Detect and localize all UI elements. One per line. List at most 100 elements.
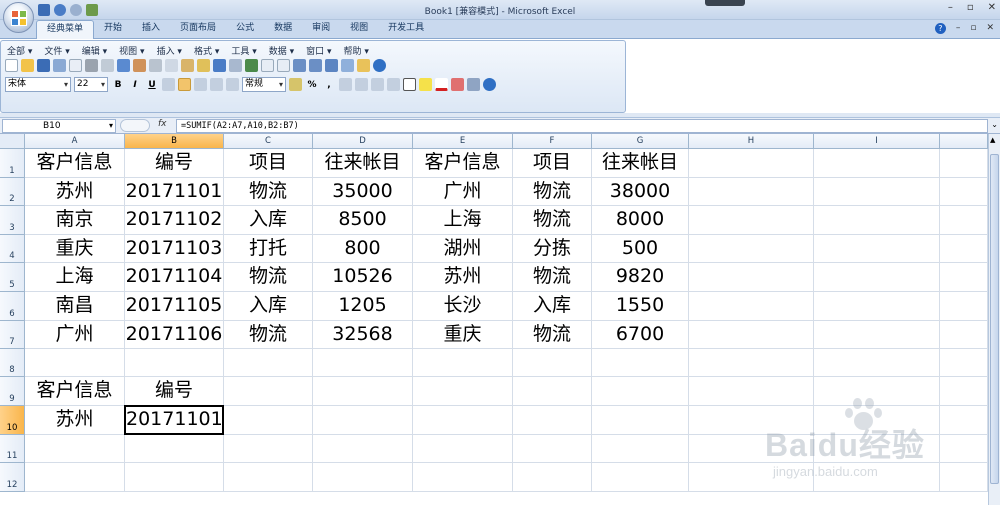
cell-a7[interactable]: 广州 <box>25 321 125 349</box>
cell-d2[interactable]: 35000 <box>313 178 413 206</box>
cell-c11[interactable] <box>224 435 313 463</box>
cell-c5[interactable]: 物流 <box>224 263 313 292</box>
cell-b7[interactable]: 20171106 <box>125 321 224 349</box>
cell-e7[interactable]: 重庆 <box>413 321 513 349</box>
row-header-7[interactable]: 7 <box>0 321 25 349</box>
new-icon[interactable] <box>5 59 18 72</box>
cell-f4[interactable]: 分拣 <box>513 235 592 263</box>
cell-d9[interactable] <box>313 377 413 406</box>
cell-f8[interactable] <box>513 349 592 377</box>
cell-g4[interactable]: 500 <box>592 235 689 263</box>
number-format-select[interactable]: 常规 <box>242 77 286 92</box>
cell-d1[interactable]: 往来帐目 <box>313 149 413 178</box>
cell-b4[interactable]: 20171103 <box>125 235 224 263</box>
cell-g1[interactable]: 往来帐目 <box>592 149 689 178</box>
cell-e10[interactable] <box>413 406 513 435</box>
cell-e3[interactable]: 上海 <box>413 206 513 235</box>
cell-h4[interactable] <box>689 235 814 263</box>
cell-c2[interactable]: 物流 <box>224 178 313 206</box>
cell-g2[interactable]: 38000 <box>592 178 689 206</box>
cell-e5[interactable]: 苏州 <box>413 263 513 292</box>
undo-icon[interactable] <box>213 59 226 72</box>
tab-data[interactable]: 数据 <box>264 20 302 39</box>
column-header-a[interactable]: A <box>25 134 125 149</box>
tab-classic-menu[interactable]: 经典菜单 <box>36 20 95 39</box>
cell-h1[interactable] <box>689 149 814 178</box>
cell-g7[interactable]: 6700 <box>592 321 689 349</box>
office-button[interactable] <box>3 2 34 33</box>
cell-d3[interactable]: 8500 <box>313 206 413 235</box>
cell-f9[interactable] <box>513 377 592 406</box>
cell-d12[interactable] <box>313 463 413 492</box>
merge-center-icon[interactable] <box>210 78 223 91</box>
cell-h5[interactable] <box>689 263 814 292</box>
percent-button[interactable]: % <box>305 78 319 92</box>
copy-icon[interactable] <box>165 59 178 72</box>
tab-developer[interactable]: 开发工具 <box>378 20 434 39</box>
column-header-f[interactable]: F <box>513 134 592 149</box>
bold-button[interactable]: B <box>111 78 125 92</box>
styles-icon[interactable] <box>451 78 464 91</box>
cell-a10[interactable]: 苏州 <box>25 406 125 435</box>
font-color-icon[interactable] <box>435 78 448 91</box>
expand-formula-icon[interactable]: ⌄ <box>991 120 998 129</box>
align-left-icon[interactable] <box>162 78 175 91</box>
cell-c10[interactable] <box>224 406 313 435</box>
cell-c4[interactable]: 打托 <box>224 235 313 263</box>
align-center-icon[interactable] <box>178 78 191 91</box>
cell-a9[interactable]: 客户信息 <box>25 377 125 406</box>
menu-edit[interactable]: 编辑 ▾ <box>80 43 109 58</box>
cell-a1[interactable]: 客户信息 <box>25 149 125 178</box>
save-icon[interactable] <box>37 59 50 72</box>
research-icon[interactable] <box>133 59 146 72</box>
cell-d4[interactable]: 800 <box>313 235 413 263</box>
cell-f11[interactable] <box>513 435 592 463</box>
cell-c1[interactable]: 项目 <box>224 149 313 178</box>
cell-g10[interactable] <box>592 406 689 435</box>
cell-i8[interactable] <box>814 349 940 377</box>
cell-e9[interactable] <box>413 377 513 406</box>
ribbon-restore-button[interactable]: ▫ <box>970 23 976 34</box>
cell-h2[interactable] <box>689 178 814 206</box>
italic-button[interactable]: I <box>128 78 142 92</box>
formula-bar-divider[interactable] <box>120 119 150 132</box>
cell-c6[interactable]: 入库 <box>224 292 313 321</box>
cell-g12[interactable] <box>592 463 689 492</box>
cell-i6[interactable] <box>814 292 940 321</box>
spelling-icon[interactable] <box>117 59 130 72</box>
cell-d7[interactable]: 32568 <box>313 321 413 349</box>
cell-b5[interactable]: 20171104 <box>125 263 224 292</box>
row-header-1[interactable]: 1 <box>0 149 25 178</box>
row-header-8[interactable]: 8 <box>0 349 25 377</box>
row-header-2[interactable]: 2 <box>0 178 25 206</box>
font-name-select[interactable]: 宋体 <box>5 77 71 92</box>
cell-b11[interactable] <box>125 435 224 463</box>
cell-i7[interactable] <box>814 321 940 349</box>
cell-g3[interactable]: 8000 <box>592 206 689 235</box>
cell-b10[interactable]: 20171101 <box>124 405 224 435</box>
column-header-b[interactable]: B <box>125 134 224 149</box>
formula-input[interactable]: =SUMIF(A2:A7,A10,B2:B7) <box>176 119 988 133</box>
row-header-9[interactable]: 9 <box>0 377 25 406</box>
cell-a5[interactable]: 上海 <box>25 263 125 292</box>
cell-i5[interactable] <box>814 263 940 292</box>
cell-d5[interactable]: 10526 <box>313 263 413 292</box>
increase-indent-icon[interactable] <box>387 78 400 91</box>
cell-f2[interactable]: 物流 <box>513 178 592 206</box>
vertical-scrollbar[interactable]: ▲ <box>988 134 1000 505</box>
ribbon-close-button[interactable]: ✕ <box>986 23 994 34</box>
cell-i2[interactable] <box>814 178 940 206</box>
hyperlink-icon[interactable] <box>245 59 258 72</box>
cell-f1[interactable]: 项目 <box>513 149 592 178</box>
font-size-select[interactable]: 22 <box>74 77 108 92</box>
print-preview-icon[interactable] <box>101 59 114 72</box>
scroll-up-icon[interactable]: ▲ <box>990 136 995 144</box>
column-header-g[interactable]: G <box>592 134 689 149</box>
cell-h6[interactable] <box>689 292 814 321</box>
cell-e8[interactable] <box>413 349 513 377</box>
fill-color-icon[interactable] <box>419 78 432 91</box>
maximize-button[interactable]: ▫ <box>967 2 974 13</box>
column-header-h[interactable]: H <box>689 134 814 149</box>
cell-a8[interactable] <box>25 349 125 377</box>
help-icon[interactable] <box>483 78 496 91</box>
